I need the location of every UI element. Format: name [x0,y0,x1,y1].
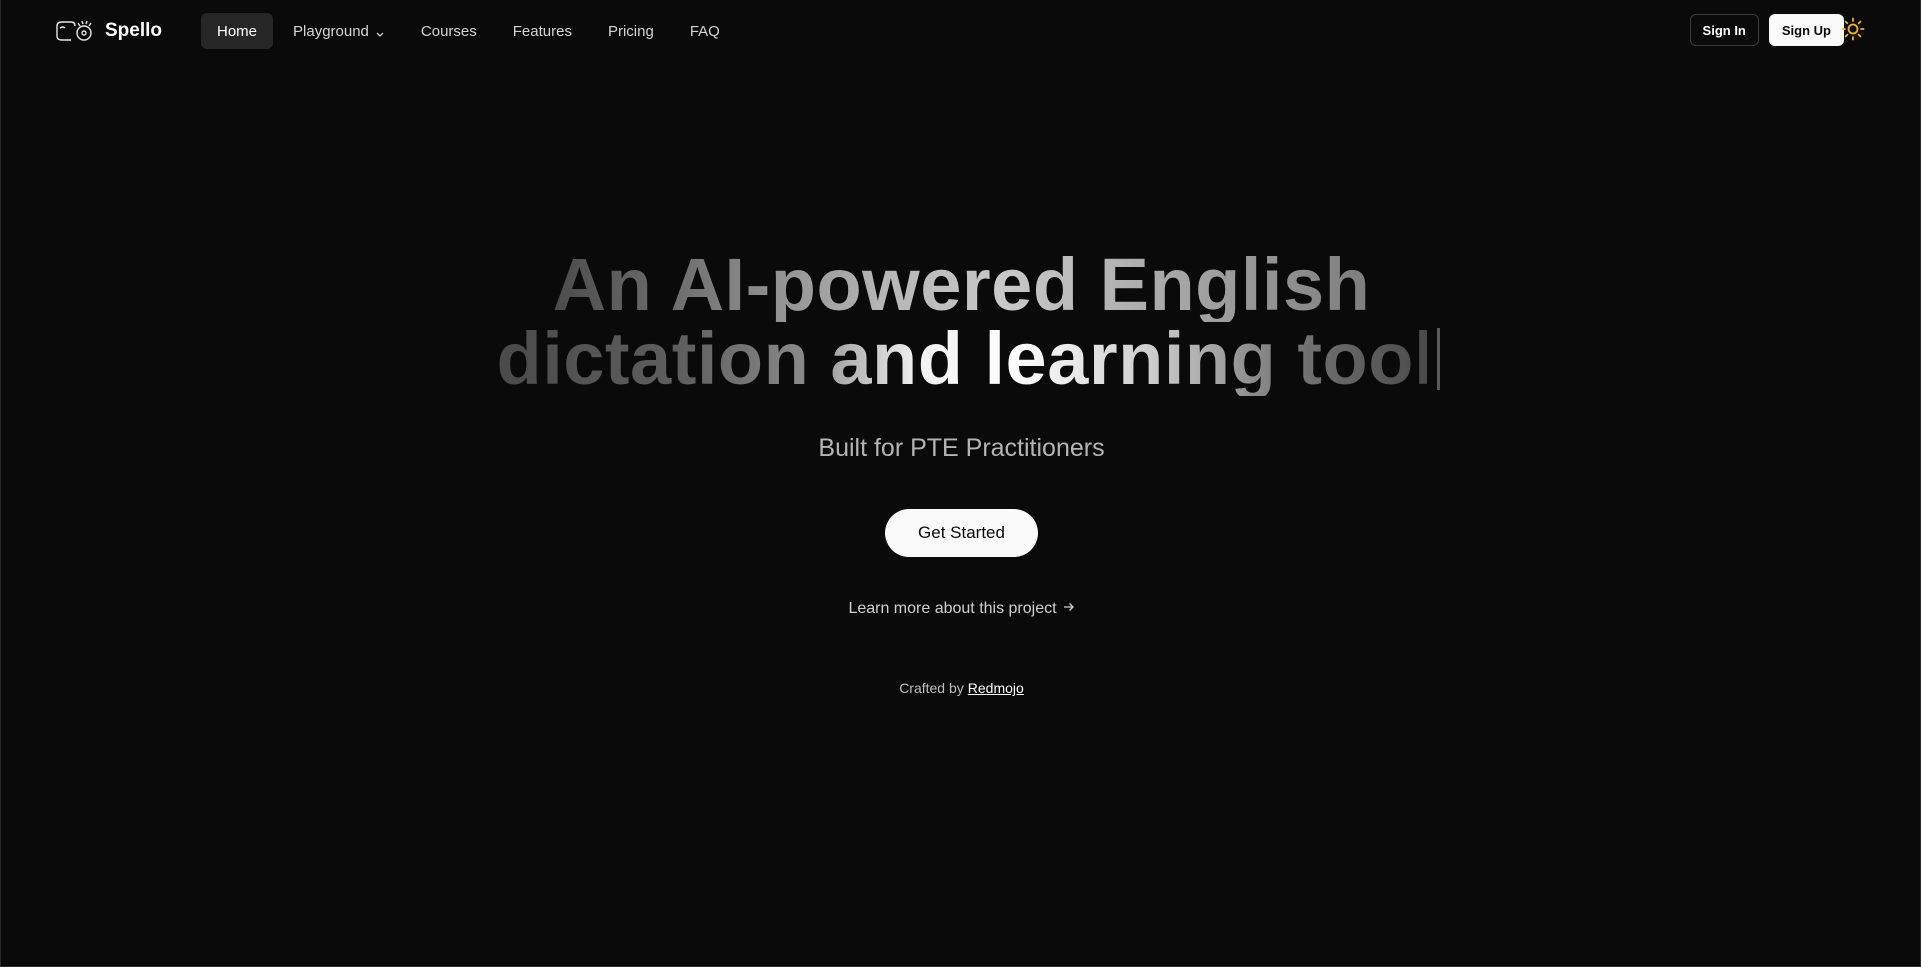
headline-line-2-text: dictation and learning tool [496,317,1435,400]
main-nav: Home Playground Courses Features Pricing [201,13,740,49]
arrow-right-icon [1063,600,1075,618]
sign-in-button[interactable]: Sign In [1689,14,1759,46]
hero-headline: An AI-powered English dictation and lear… [1,248,1921,396]
nav-item-label: Playground [293,22,369,40]
spello-logo-icon [53,18,95,44]
nav-item-features[interactable]: Features [497,13,588,49]
hero-section: An AI-powered English dictation and lear… [1,248,1921,696]
headline-line-2: dictation and learning tool [497,322,1440,396]
page: Spello Home Playground Courses Features [0,0,1921,967]
typing-caret [1437,328,1440,390]
nav-item-label: Courses [420,22,477,40]
sun-icon [1841,17,1865,46]
nav-item-pricing[interactable]: Pricing [592,13,670,49]
crafted-by: Crafted by Redmojo [1,680,1921,696]
nav-item-label: Home [217,22,258,40]
auth-actions: Sign In Sign Up [1689,14,1844,46]
nav-item-label: Pricing [607,22,654,40]
brand[interactable]: Spello [53,16,162,46]
headline-line-1: An AI-powered English [552,243,1371,326]
nav-item-label: FAQ [689,22,720,40]
learn-more-link[interactable]: Learn more about this project [848,600,1074,618]
cta-wrapper: Get Started [1,509,1921,557]
hero-subtitle: Built for PTE Practitioners [818,434,1105,462]
nav-item-courses[interactable]: Courses [405,13,493,49]
brand-name: Spello [105,20,163,41]
redmojo-link[interactable]: Redmojo [968,680,1024,696]
chevron-down-icon [375,26,385,37]
sign-up-button[interactable]: Sign Up [1768,14,1844,46]
nav-item-label: Features [512,22,572,40]
top-navbar: Spello Home Playground Courses Features [1,0,1921,62]
nav-item-playground[interactable]: Playground [277,13,401,49]
learn-more-label: Learn more about this project [848,600,1057,617]
theme-toggle-button[interactable] [1840,17,1866,46]
nav-item-home[interactable]: Home [201,13,274,49]
crafted-by-prefix: Crafted by [899,680,964,696]
get-started-button[interactable]: Get Started [885,509,1038,557]
nav-item-faq[interactable]: FAQ [674,13,736,49]
